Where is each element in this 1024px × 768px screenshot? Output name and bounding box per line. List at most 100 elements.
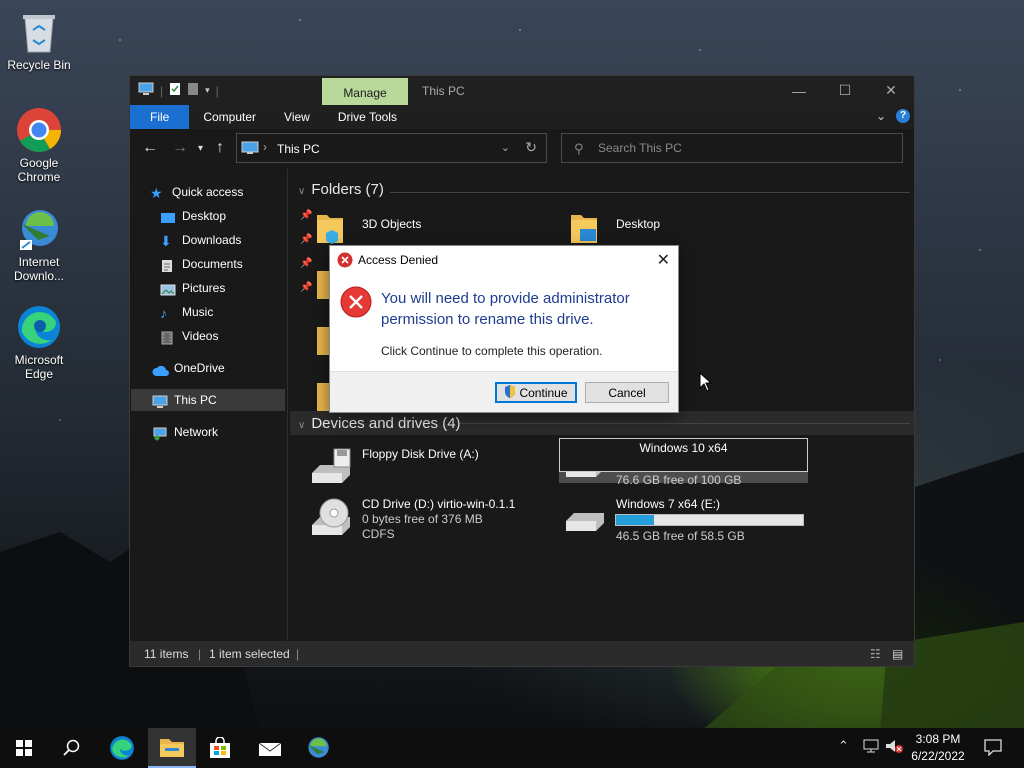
this-pc-icon (152, 394, 168, 408)
qat-dropdown-icon[interactable]: ▾ (205, 85, 210, 96)
folder-label[interactable]: 3D Objects (362, 217, 421, 231)
search-icon (63, 739, 80, 756)
nav-network[interactable]: Network (152, 421, 218, 443)
back-arrow-icon[interactable]: ← (142, 139, 158, 157)
tab-manage[interactable]: Manage (322, 78, 408, 105)
cloud-icon (152, 362, 169, 376)
tab-view[interactable]: View (270, 105, 324, 129)
clock-time: 3:08 PM (915, 732, 961, 746)
details-view-icon[interactable]: ☷ (870, 647, 881, 661)
desktop-icon-label: Internet Downlo... (13, 255, 65, 283)
rename-drive-input[interactable]: Windows 10 x64 (559, 438, 808, 472)
search-box[interactable]: ⚲ (561, 133, 903, 163)
dialog-hint: Click Continue to complete this operatio… (381, 344, 603, 358)
taskbar-internet-download-manager[interactable] (294, 728, 342, 768)
nav-this-pc[interactable]: This PC (131, 389, 285, 411)
error-icon (337, 252, 353, 271)
status-item-count: 11 items (144, 647, 189, 661)
taskbar-file-explorer[interactable] (148, 728, 196, 768)
taskbar-clock[interactable]: 3:08 PM 6/22/2022 (904, 731, 972, 765)
nav-item-pictures[interactable]: Pictures 📌 (160, 277, 312, 299)
minimize-button[interactable]: — (776, 76, 822, 105)
show-hidden-icons-chevron-icon[interactable]: ⌃ (838, 738, 849, 754)
computer-icon (138, 82, 154, 99)
desktop-icon-label: Google Chrome (17, 156, 61, 184)
up-arrow-icon[interactable]: ↑ (216, 139, 224, 157)
new-folder-icon[interactable] (187, 82, 199, 99)
devices-group-header[interactable]: ∨ Devices and drives (4) (298, 415, 461, 432)
help-icon[interactable]: ? (896, 109, 910, 123)
refresh-icon[interactable]: ↻ (525, 139, 537, 156)
large-icons-view-icon[interactable]: ▤ (892, 647, 903, 661)
tab-file[interactable]: File (130, 105, 190, 129)
cancel-button[interactable]: Cancel (585, 382, 669, 403)
this-pc-icon (241, 141, 259, 158)
address-dropdown-icon[interactable]: ⌄ (501, 141, 510, 154)
clock-date: 6/22/2022 (911, 749, 965, 763)
search-input[interactable] (598, 139, 888, 157)
star-icon: ★ (150, 184, 163, 201)
desktop-icon-label: Recycle Bin (7, 58, 71, 72)
desktop-icon-chrome[interactable]: Google Chrome (4, 106, 74, 184)
expand-ribbon-icon[interactable]: ⌄ (876, 109, 886, 123)
edge-icon (15, 303, 63, 351)
taskbar-search-button[interactable] (48, 728, 96, 768)
properties-icon[interactable] (169, 82, 181, 99)
taskbar: ⌃ 3:08 PM 6/22/2022 (0, 728, 1024, 768)
desktop-folder-icon (160, 210, 176, 224)
dialog-message: You will need to provide administrator p… (381, 290, 630, 328)
desktop-icon-edge[interactable]: Microsoft Edge (4, 303, 74, 381)
tab-computer[interactable]: Computer (189, 105, 270, 129)
action-center-icon[interactable] (984, 738, 1002, 759)
nav-onedrive[interactable]: OneDrive (152, 357, 225, 379)
pictures-icon (160, 282, 176, 296)
desktop-icon-label: Microsoft Edge (14, 353, 64, 381)
dialog-footer: Continue Cancel (330, 371, 678, 412)
address-bar[interactable]: › This PC ⌄ ↻ (236, 133, 547, 163)
folders-group-header[interactable]: ∨ Folders (7) (298, 181, 384, 198)
floppy-drive-icon[interactable] (310, 447, 354, 487)
nav-item-videos[interactable]: Videos (160, 325, 218, 347)
folder-label[interactable]: Desktop (616, 217, 660, 231)
volume-muted-icon[interactable] (884, 738, 904, 757)
desktop-icon-internet-download-manager[interactable]: Internet Downlo... (4, 205, 74, 283)
dialog-title: Access Denied (358, 253, 439, 267)
network-status-icon[interactable] (862, 738, 880, 757)
drive-e-label[interactable]: Windows 7 x64 (E:) (616, 497, 720, 512)
continue-button[interactable]: Continue (495, 382, 577, 403)
search-icon: ⚲ (574, 141, 584, 156)
forward-arrow-icon[interactable]: → (172, 139, 188, 157)
tab-drive-tools[interactable]: Drive Tools (324, 105, 411, 129)
recent-locations-icon[interactable]: ▾ (198, 143, 203, 154)
maximize-button[interactable]: ☐ (822, 76, 868, 105)
file-explorer-icon (160, 739, 184, 757)
hard-drive-icon[interactable] (564, 509, 608, 535)
nav-item-downloads[interactable]: ⬇ Downloads 📌 (160, 229, 312, 251)
dialog-close-icon[interactable]: ✕ (657, 250, 670, 270)
chrome-icon (15, 106, 63, 154)
start-button[interactable] (0, 728, 48, 768)
nav-item-music[interactable]: ♪ Music (160, 301, 213, 323)
nav-quick-access[interactable]: ★ Quick access (150, 181, 243, 203)
nav-item-documents[interactable]: Documents 📌 (160, 253, 312, 275)
taskbar-mail[interactable] (246, 728, 294, 768)
folder-desktop-icon[interactable] (570, 211, 598, 245)
group-divider (460, 423, 910, 424)
desktop-icon-recycle-bin[interactable]: Recycle Bin (4, 8, 74, 72)
chevron-down-icon: ∨ (298, 420, 306, 431)
drive-a-label[interactable]: Floppy Disk Drive (A:) (362, 447, 479, 462)
music-icon: ♪ (160, 304, 167, 321)
ribbon-tabs: File Computer View Drive Tools ⌄ ? (130, 105, 914, 129)
idm-icon (15, 205, 63, 253)
taskbar-edge[interactable] (98, 728, 146, 768)
cd-drive-icon[interactable] (310, 497, 356, 539)
close-button[interactable]: ✕ (868, 76, 914, 105)
drive-d-label[interactable]: CD Drive (D:) virtio-win-0.1.1 0 bytes f… (362, 497, 515, 542)
taskbar-store[interactable] (196, 728, 244, 768)
title-bar[interactable]: | ▾ | Manage This PC — ☐ ✕ (130, 76, 914, 105)
nav-item-desktop[interactable]: Desktop 📌 (160, 205, 312, 227)
recycle-bin-icon (15, 8, 63, 56)
address-text: This PC (277, 142, 320, 156)
folder-3d-objects-icon[interactable] (316, 211, 344, 245)
breadcrumb-chevron-icon[interactable]: › (263, 140, 267, 154)
